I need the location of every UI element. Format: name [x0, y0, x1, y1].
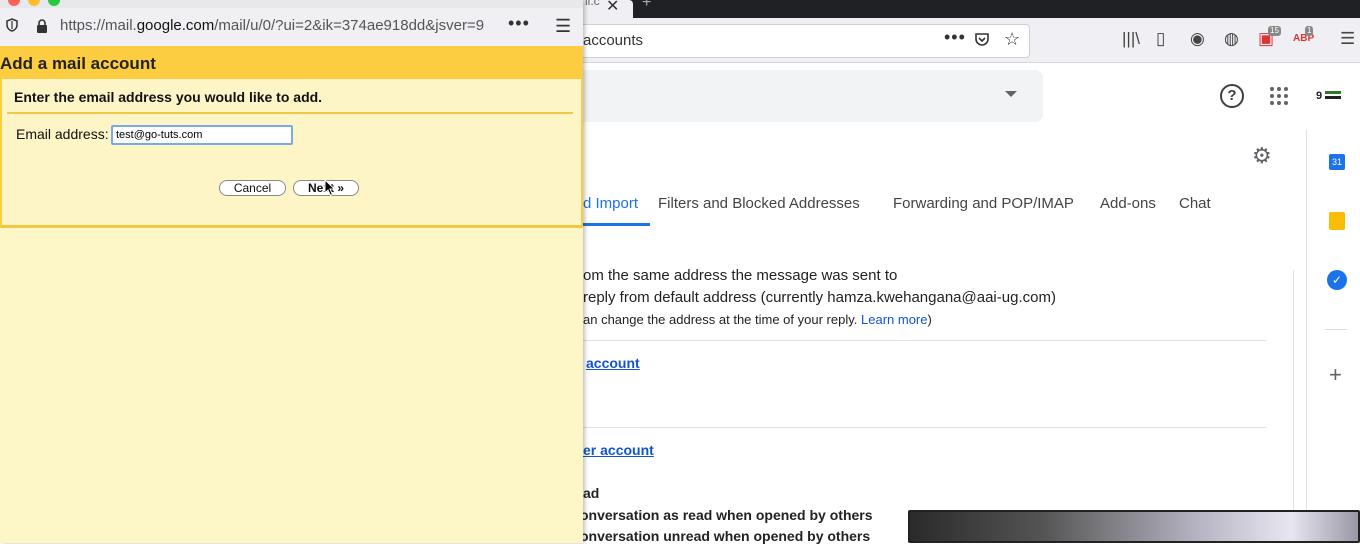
org-logo-icon: 9: [1316, 90, 1341, 102]
sidebar-icon[interactable]: ▯: [1156, 29, 1165, 49]
extension-globe-icon[interactable]: ◍: [1224, 29, 1239, 49]
address-bar-text: accounts: [583, 32, 644, 49]
mark-as-read-option[interactable]: onversation as read when opened by other…: [580, 507, 873, 523]
new-tab-icon[interactable]: +: [642, 0, 651, 12]
tab-title: il.c: [585, 0, 600, 8]
address-bar[interactable]: accounts ••• ☆: [560, 24, 1030, 58]
page-actions-icon[interactable]: •••: [508, 13, 530, 34]
library-icon[interactable]: |||\: [1122, 29, 1140, 49]
zoom-window-icon[interactable]: [48, 0, 60, 6]
popup-url: https://mail.google.com/mail/u/0/?ui=2&i…: [60, 17, 484, 34]
close-tab-icon[interactable]: ✕: [606, 0, 619, 16]
minimize-window-icon[interactable]: [28, 0, 40, 6]
tab-filters[interactable]: Filters and Blocked Addresses: [658, 195, 860, 212]
email-address-label: Email address:: [16, 126, 109, 142]
keep-icon[interactable]: [1329, 212, 1345, 230]
url-suffix: /mail/u/0/?ui=2&ik=374ae918dd&jsver=9: [214, 17, 485, 34]
tab-addons[interactable]: Add-ons: [1100, 195, 1156, 212]
add-other-account-link[interactable]: er account: [583, 442, 654, 458]
add-mail-account-link[interactable]: account: [586, 355, 640, 371]
section-divider: [583, 427, 1266, 428]
calendar-icon[interactable]: 31: [1329, 154, 1345, 170]
mark-read-heading: ad: [583, 485, 600, 501]
browser-menu-icon[interactable]: ☰: [1340, 29, 1355, 49]
section-divider: [583, 340, 1266, 341]
google-apps-icon[interactable]: [1270, 87, 1288, 105]
dialog-header: Add a mail account: [0, 46, 583, 79]
add-account-popup-window: https://mail.google.com/mail/u/0/?ui=2&i…: [0, 0, 583, 543]
reply-option-same-address[interactable]: om the same address the message was sent…: [583, 267, 897, 284]
adblock-badge: 1: [1305, 26, 1314, 36]
search-options-icon[interactable]: [1005, 91, 1017, 97]
reply-note: an change the address at the time of you…: [583, 312, 932, 327]
account-icon[interactable]: ◉: [1190, 29, 1205, 49]
hamburger-menu-icon[interactable]: ☰: [555, 16, 571, 37]
dialog-title: Add a mail account: [0, 54, 156, 73]
email-address-input[interactable]: [111, 125, 293, 145]
dialog-body: Enter the email address you would like t…: [0, 79, 583, 228]
extension-badge: 15: [1268, 26, 1281, 36]
svg-text:9: 9: [1316, 90, 1322, 102]
bookmark-star-icon[interactable]: ☆: [1004, 29, 1020, 50]
tab-accounts-import[interactable]: d Import: [583, 195, 638, 212]
side-panel-divider: [1325, 329, 1347, 330]
close-window-icon[interactable]: [8, 0, 20, 6]
reply-note-text: an change the address at the time of you…: [583, 312, 858, 327]
video-overlay: [908, 510, 1360, 543]
organization-logo[interactable]: 9: [1316, 88, 1342, 105]
tasks-icon[interactable]: ✓: [1327, 270, 1347, 290]
popup-address-bar[interactable]: https://mail.google.com/mail/u/0/?ui=2&i…: [0, 8, 583, 47]
url-domain: google.com: [136, 17, 215, 34]
pocket-icon[interactable]: [974, 31, 990, 47]
help-icon[interactable]: ?: [1220, 84, 1244, 108]
learn-more-link[interactable]: Learn more: [861, 312, 927, 327]
tab-chat[interactable]: Chat: [1179, 195, 1211, 212]
tab-forwarding[interactable]: Forwarding and POP/IMAP: [893, 195, 1074, 212]
reply-option-default-address[interactable]: reply from default address (currently ha…: [583, 289, 1056, 306]
side-panel: 31 ✓ +: [1306, 130, 1360, 543]
page-actions-icon[interactable]: •••: [944, 27, 966, 48]
scrollbar[interactable]: [1293, 270, 1304, 543]
get-addons-plus-icon[interactable]: +: [1329, 362, 1342, 388]
mark-as-unread-option[interactable]: onversation unread when opened by others: [580, 528, 870, 544]
tracking-shield-icon[interactable]: [6, 18, 18, 32]
popup-empty-area: [0, 228, 583, 543]
active-tab-indicator: [583, 223, 650, 226]
lock-icon[interactable]: [35, 19, 49, 33]
cancel-button[interactable]: Cancel: [219, 180, 286, 196]
settings-gear-icon[interactable]: ⚙: [1252, 143, 1272, 169]
gmail-search-bar[interactable]: [583, 70, 1043, 122]
dialog-separator: [7, 112, 573, 114]
dialog-instruction: Enter the email address you would like t…: [14, 89, 323, 105]
mouse-cursor-icon: [324, 179, 336, 197]
url-prefix: https://mail.: [60, 17, 137, 34]
